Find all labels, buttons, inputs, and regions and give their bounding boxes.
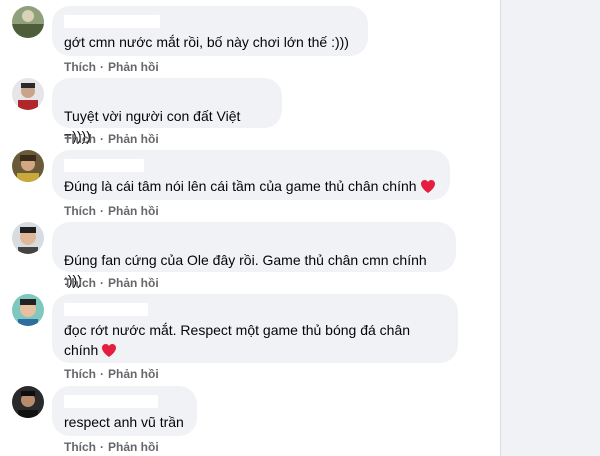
reply-link[interactable]: Phản hồi <box>108 204 159 218</box>
comment-text: Đúng là cái tâm nói lên cái tầm của game… <box>64 178 417 194</box>
avatar[interactable] <box>12 294 44 326</box>
author-name-redacted[interactable] <box>64 303 148 316</box>
comment-actions: Thích · Phản hồi <box>64 203 159 219</box>
separator-dot: · <box>100 60 104 74</box>
comment-bubble: Đúng là cái tâm nói lên cái tầm của game… <box>52 150 450 200</box>
reply-link[interactable]: Phản hồi <box>108 276 159 290</box>
heart-icon <box>420 179 436 199</box>
comment-actions: Thích · Phản hồi <box>64 131 159 147</box>
comment-actions: Thích · Phản hồi <box>64 439 159 455</box>
comment-bubble: Đúng fan cứng của Ole đây rồi. Game thủ … <box>52 222 456 288</box>
separator-dot: · <box>100 440 104 454</box>
avatar[interactable] <box>12 78 44 110</box>
avatar[interactable] <box>12 222 44 254</box>
right-sidebar <box>500 0 600 456</box>
separator-dot: · <box>100 367 104 381</box>
like-link[interactable]: Thích <box>64 60 96 74</box>
like-link[interactable]: Thích <box>64 440 96 454</box>
separator-dot: · <box>100 132 104 146</box>
comment-bubble: đọc rớt nước mắt. Respect một game thủ b… <box>52 294 458 363</box>
comment-actions: Thích · Phản hồi <box>64 366 159 382</box>
like-link[interactable]: Thích <box>64 204 96 218</box>
avatar[interactable] <box>12 6 44 38</box>
comment-text: gớt cmn nước mắt rồi, bố này chơi lớn th… <box>64 34 349 50</box>
avatar[interactable] <box>12 386 44 418</box>
comment-actions: Thích · Phản hồi <box>64 59 159 75</box>
reply-link[interactable]: Phản hồi <box>108 132 159 146</box>
avatar[interactable] <box>12 150 44 182</box>
like-link[interactable]: Thích <box>64 132 96 146</box>
reply-link[interactable]: Phản hồi <box>108 367 159 381</box>
reply-link[interactable]: Phản hồi <box>108 60 159 74</box>
like-link[interactable]: Thích <box>64 367 96 381</box>
heart-icon <box>101 343 117 363</box>
separator-dot: · <box>100 276 104 290</box>
comment-bubble: Tuyệt vời người con đất Việt =)))) <box>52 78 282 144</box>
comment-bubble: gớt cmn nước mắt rồi, bố này chơi lớn th… <box>52 6 368 56</box>
comment-thread: gớt cmn nước mắt rồi, bố này chơi lớn th… <box>0 0 500 456</box>
comment-bubble: respect anh vũ trần <box>52 386 197 436</box>
comment-text: respect anh vũ trần <box>64 414 184 430</box>
author-name-redacted[interactable] <box>64 159 144 172</box>
reply-link[interactable]: Phản hồi <box>108 440 159 454</box>
author-name-redacted[interactable] <box>64 15 160 28</box>
comment-text-row: Đúng là cái tâm nói lên cái tầm của game… <box>64 176 438 199</box>
comment-actions: Thích · Phản hồi <box>64 275 159 291</box>
comment-text-row: đọc rớt nước mắt. Respect một game thủ b… <box>64 320 446 363</box>
like-link[interactable]: Thích <box>64 276 96 290</box>
separator-dot: · <box>100 204 104 218</box>
author-name-redacted[interactable] <box>64 395 158 408</box>
